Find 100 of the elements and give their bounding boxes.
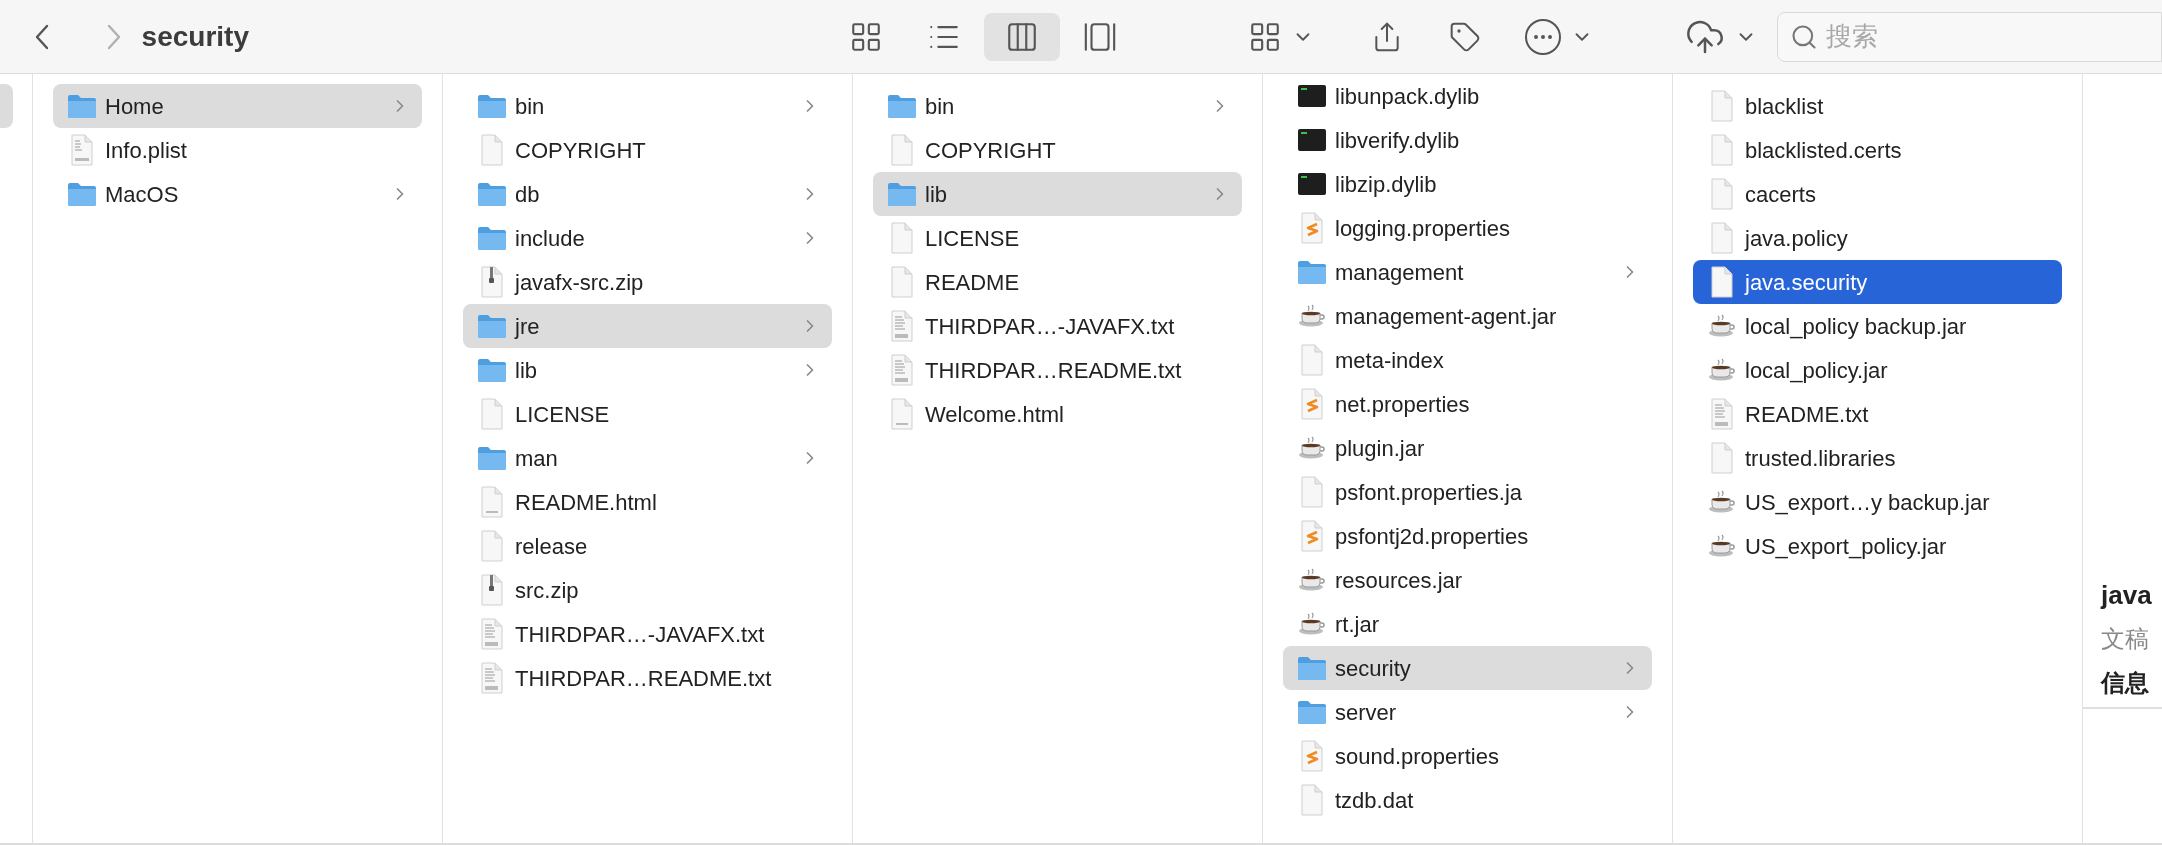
file-row[interactable]: README.txt [1693, 392, 2062, 436]
file-row[interactable]: tzdb.dat [1283, 778, 1652, 822]
folder-icon [887, 181, 917, 207]
file-name: man [515, 444, 558, 473]
coffee-cup-icon [1297, 568, 1327, 592]
file-row[interactable]: US_export_policy.jar [1693, 524, 2062, 568]
file-row[interactable]: MacOS [53, 172, 422, 216]
file-row[interactable]: server [1283, 690, 1652, 734]
coffee-cup-icon [1707, 314, 1737, 338]
file-row[interactable]: src.zip [463, 568, 832, 612]
file-row[interactable]: US_export…y backup.jar [1693, 480, 2062, 524]
file-row[interactable]: rt.jar [1283, 602, 1652, 646]
coffee-cup-icon [1297, 612, 1327, 636]
file-row[interactable]: bin [463, 84, 832, 128]
file-row[interactable]: management-agent.jar [1283, 294, 1652, 338]
file-name: libverify.dylib [1335, 126, 1460, 155]
coffee-cup-icon [1707, 534, 1737, 558]
preview-title: java [2101, 579, 2153, 612]
search-icon [1790, 22, 1818, 51]
file-row[interactable]: man [463, 436, 832, 480]
file-row[interactable]: THIRDPAR…-JAVAFX.txt [463, 612, 832, 656]
file-row[interactable]: javafx-src.zip [463, 260, 832, 304]
file-row[interactable]: THIRDPAR…README.txt [873, 348, 1242, 392]
file-name: lib [515, 356, 537, 385]
file-row[interactable]: THIRDPAR…README.txt [463, 656, 832, 700]
file-row[interactable]: LICENSE [463, 392, 832, 436]
file-name: README.txt [1745, 400, 1869, 429]
file-row[interactable]: psfontj2d.properties [1283, 514, 1652, 558]
file-row[interactable]: java.security [1693, 260, 2062, 304]
file-row[interactable]: COPYRIGHT [873, 128, 1242, 172]
search-field[interactable]: 搜索 [1777, 11, 2162, 62]
file-row[interactable]: local_policy backup.jar [1693, 304, 2062, 348]
file-name: README.html [515, 488, 657, 517]
file-row[interactable]: include [463, 216, 832, 260]
file-row[interactable]: Info.plist [53, 128, 422, 172]
column-view-button[interactable] [983, 12, 1060, 61]
file-name: blacklisted.certs [1745, 136, 1902, 165]
file-name: src.zip [515, 576, 579, 605]
file-name: server [1335, 698, 1397, 727]
file-row[interactable]: bin [873, 84, 1242, 128]
file-row[interactable]: resources.jar [1283, 558, 1652, 602]
file-name: bin [515, 92, 545, 121]
file-row[interactable]: lib [873, 172, 1242, 216]
file-row[interactable]: LICENSE [873, 216, 1242, 260]
file-name: Home [105, 92, 164, 121]
file-row[interactable]: Home [53, 84, 422, 128]
file-row[interactable]: management [1283, 250, 1652, 294]
file-name: Info.plist [105, 136, 187, 165]
file-row[interactable]: libunpack.dylib [1283, 74, 1652, 118]
file-row[interactable]: trusted.libraries [1693, 436, 2062, 480]
file-name: management-agent.jar [1335, 302, 1557, 331]
file-row[interactable]: meta-index [1283, 338, 1652, 382]
file-row[interactable]: local_policy.jar [1693, 348, 2062, 392]
folder-icon [67, 181, 97, 207]
file-row[interactable]: libzip.dylib [1283, 162, 1652, 206]
file-row[interactable]: libverify.dylib [1283, 118, 1652, 162]
terminal-icon [1297, 128, 1327, 152]
file-row[interactable]: logging.properties [1283, 206, 1652, 250]
file-name: release [515, 532, 588, 561]
file-name: include [515, 224, 585, 253]
file-row[interactable]: blacklist [1693, 84, 2062, 128]
file-name: tzdb.dat [1335, 786, 1414, 815]
folder-icon [887, 93, 917, 119]
file-row[interactable]: java.policy [1693, 216, 2062, 260]
file-row[interactable]: db [463, 172, 832, 216]
file-name: net.properties [1335, 390, 1470, 419]
file-row[interactable]: sound.properties [1283, 734, 1652, 778]
file-row[interactable]: jre [463, 304, 832, 348]
file-name: javafx-src.zip [515, 268, 644, 297]
file-row[interactable]: README [873, 260, 1242, 304]
tag-icon [1449, 20, 1482, 53]
file-row[interactable]: net.properties [1283, 382, 1652, 426]
file-name: THIRDPAR…README.txt [925, 356, 1182, 385]
folder-icon [477, 181, 507, 207]
file-name: lib [925, 180, 947, 209]
coffee-cup-icon [1707, 490, 1737, 514]
file-row[interactable]: blacklisted.certs [1693, 128, 2062, 172]
file-name: java.security [1745, 268, 1868, 297]
file-name: LICENSE [925, 224, 1020, 253]
file-row[interactable]: COPYRIGHT [463, 128, 832, 172]
file-row[interactable]: cacerts [1693, 172, 2062, 216]
file-row[interactable]: Welcome.html [873, 392, 1242, 436]
file-name: security [1335, 654, 1411, 683]
file-name: US_export…y backup.jar [1745, 488, 1990, 517]
file-name: psfont.properties.ja [1335, 478, 1523, 507]
file-row[interactable]: lib [463, 348, 832, 392]
folder-icon [477, 313, 507, 339]
search-input[interactable]: 搜索 [1826, 17, 2161, 56]
folder-icon [1297, 699, 1327, 725]
file-name: libunpack.dylib [1335, 82, 1480, 111]
file-name: blacklist [1745, 92, 1824, 121]
file-row[interactable]: psfont.properties.ja [1283, 470, 1652, 514]
file-row[interactable]: plugin.jar [1283, 426, 1652, 470]
file-row[interactable]: security [1283, 646, 1652, 690]
folder-icon [477, 93, 507, 119]
folder-icon [477, 445, 507, 471]
file-name: sound.properties [1335, 742, 1499, 771]
file-row[interactable]: README.html [463, 480, 832, 524]
file-row[interactable]: release [463, 524, 832, 568]
file-row[interactable]: THIRDPAR…-JAVAFX.txt [873, 304, 1242, 348]
